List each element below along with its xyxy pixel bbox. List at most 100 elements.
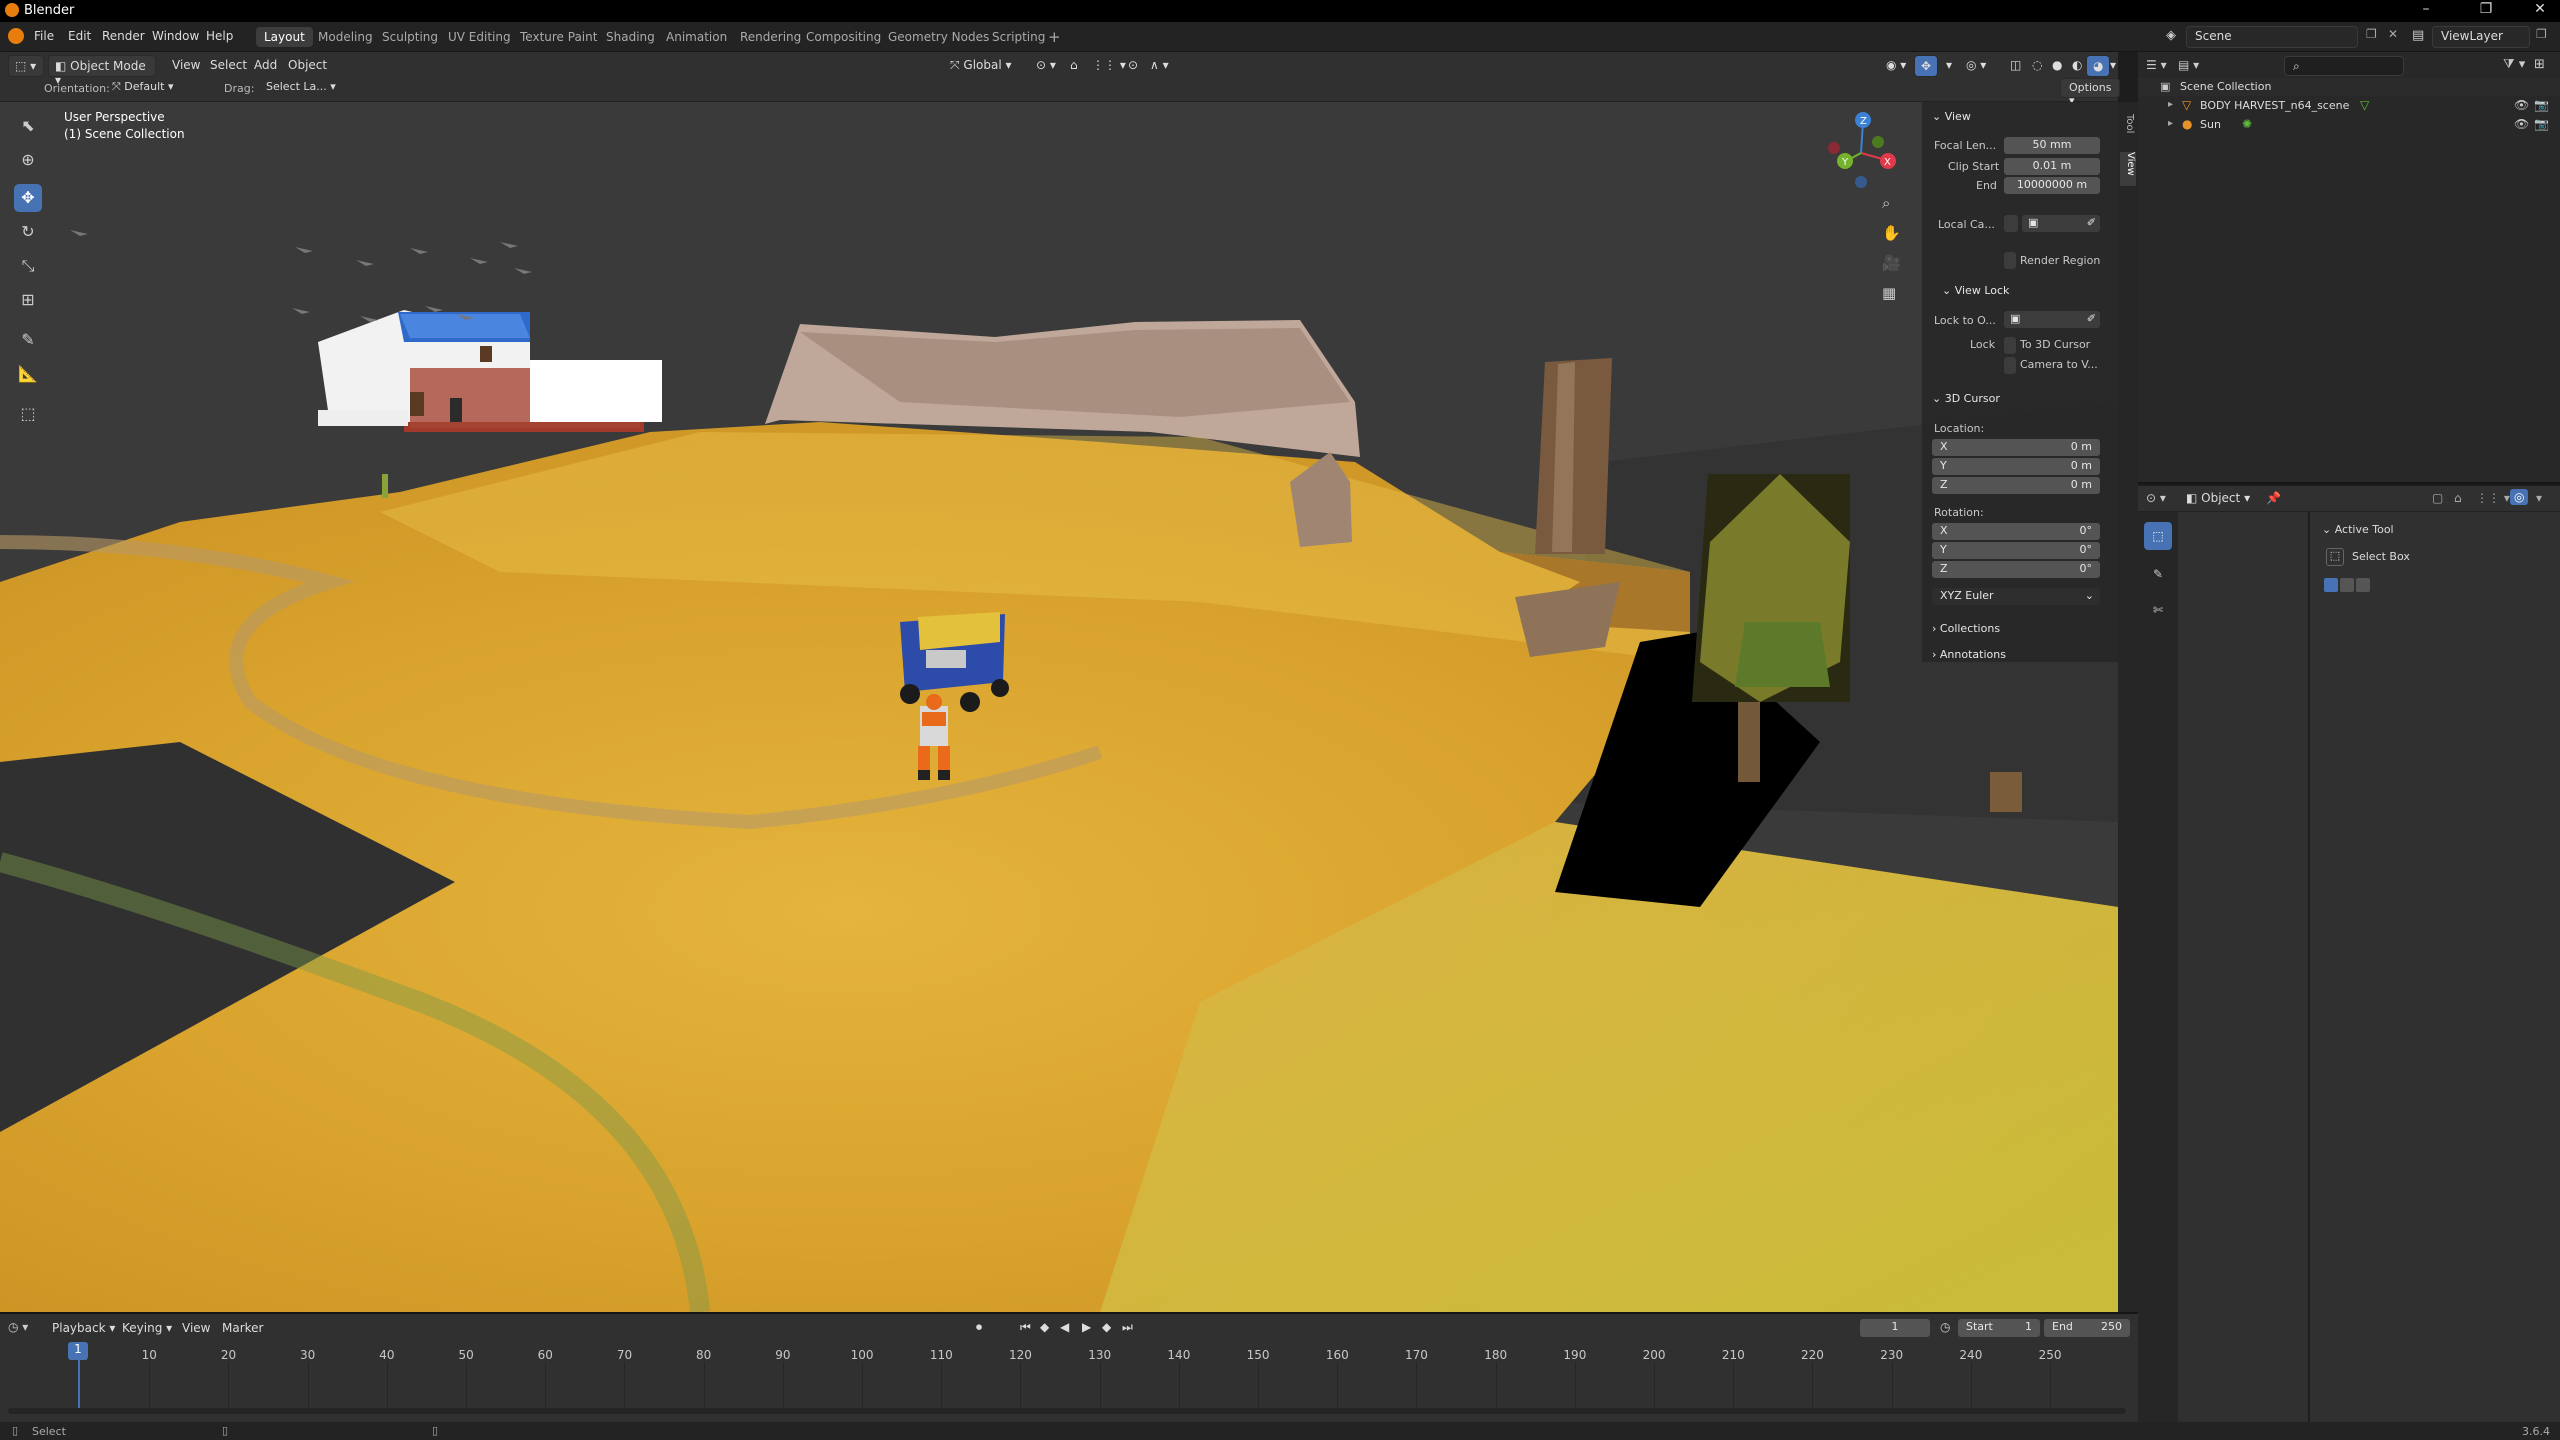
pin-icon[interactable]: 📌 xyxy=(2266,491,2281,505)
new-scene-icon[interactable]: ❐ xyxy=(2366,27,2377,41)
render-tab-icon[interactable]: ✎ xyxy=(2144,560,2172,588)
local-camera-field[interactable]: ▣ ✐ xyxy=(2022,215,2100,232)
transform-tool-icon[interactable]: ⊞ xyxy=(14,286,42,314)
visibility-toggle-icon[interactable]: ◉ ▾ xyxy=(1880,55,1912,77)
properties-editor-type-icon[interactable]: ⊙ ▾ xyxy=(2146,491,2166,505)
visibility-eye-icon[interactable]: 👁 xyxy=(2514,117,2529,131)
to-3d-cursor-checkbox[interactable] xyxy=(2004,337,2016,354)
clock-icon[interactable]: ◷ xyxy=(1940,1320,1950,1334)
gizmo-neg-x-axis[interactable] xyxy=(1828,142,1840,154)
tab-geometry-nodes[interactable]: Geometry Nodes xyxy=(880,27,997,47)
snap-toggle-icon[interactable]: ⌂ xyxy=(1064,55,1084,77)
zoom-icon[interactable]: ⌕ xyxy=(1882,194,1890,212)
timeline-menu-playback[interactable]: Playback ▾ xyxy=(52,1321,115,1335)
menu-render[interactable]: Render xyxy=(102,29,145,43)
timeline-menu-view[interactable]: View xyxy=(182,1321,210,1335)
timeline-editor-type-icon[interactable]: ◷ ▾ xyxy=(8,1320,28,1334)
tab-uv-editing[interactable]: UV Editing xyxy=(440,27,519,47)
pivot-point-icon[interactable]: ⊙ ▾ xyxy=(1030,55,1062,77)
cursor-tool-icon[interactable]: ⊕ xyxy=(14,146,42,174)
timeline-menu-keying[interactable]: Keying ▾ xyxy=(122,1321,172,1335)
3d-viewport[interactable]: User Perspective (1) Scene Collection ⬉ … xyxy=(0,102,2118,1312)
snap-icon[interactable]: ⌂ xyxy=(2454,491,2462,505)
focal-length-field[interactable]: 50 mm xyxy=(2004,137,2100,154)
camera-to-view-checkbox[interactable] xyxy=(2004,357,2016,374)
current-frame-field[interactable]: 1 xyxy=(1860,1319,1930,1337)
cursor-location-x-field[interactable]: X 0 m xyxy=(1932,439,2100,456)
timeline-menu-marker[interactable]: Marker xyxy=(222,1321,263,1335)
gizmo-icon[interactable]: ◎ xyxy=(2510,489,2529,505)
gizmo-neg-z-axis[interactable] xyxy=(1855,176,1867,188)
pan-hand-icon[interactable]: ✋ xyxy=(1882,224,1901,242)
select-mode-new-icon[interactable] xyxy=(2324,578,2338,592)
close-icon[interactable]: ✕ xyxy=(2520,1,2560,17)
menu-select[interactable]: Select xyxy=(204,55,253,77)
gizmo-options-icon[interactable]: ▾ xyxy=(2536,491,2542,505)
render-camera-icon[interactable]: 📷 xyxy=(2534,98,2549,112)
render-region-checkbox[interactable] xyxy=(2004,252,2016,269)
tab-sculpting[interactable]: Sculpting xyxy=(374,27,446,47)
rotate-tool-icon[interactable]: ↻ xyxy=(14,218,42,246)
menu-object[interactable]: Object xyxy=(282,55,333,77)
pivot-icon[interactable]: ⋮⋮ ▾ xyxy=(2476,491,2510,505)
new-view-layer-icon[interactable]: ❐ xyxy=(2536,27,2547,41)
tab-layout[interactable]: Layout xyxy=(256,27,313,47)
tool-tab-icon[interactable]: ⬚ xyxy=(2144,522,2172,550)
record-icon[interactable]: ⏺ xyxy=(976,1320,982,1335)
outliner-search-input[interactable]: ⌕ xyxy=(2284,56,2404,76)
blender-menu-icon[interactable] xyxy=(8,28,24,44)
orthographic-toggle-icon[interactable]: ▦ xyxy=(1882,284,1896,302)
annotate-tool-icon[interactable]: ✎ xyxy=(14,326,42,354)
shading-options-icon[interactable]: ▾ xyxy=(2108,55,2118,77)
active-tool-header[interactable]: ⌄ Active Tool xyxy=(2310,520,2560,540)
outliner-row-body-harvest[interactable]: ▸ ▽ BODY HARVEST_n64_scene ▽ 👁 📷 xyxy=(2138,97,2560,115)
display-mode-icon[interactable]: ▤ ▾ xyxy=(2178,58,2199,72)
new-collection-icon[interactable]: ⊞ xyxy=(2534,57,2545,72)
orientation-selector[interactable]: ⤧ Default ▾ xyxy=(112,80,208,94)
end-frame-field[interactable]: End 250 xyxy=(2044,1319,2130,1337)
section-view-lock-header[interactable]: ⌄ View Lock xyxy=(1942,284,2009,297)
gizmo-neg-y-axis[interactable] xyxy=(1872,136,1884,148)
view-layer-selector[interactable]: ViewLayer xyxy=(2432,26,2530,48)
next-keyframe-icon[interactable]: ◆ xyxy=(1102,1320,1111,1334)
add-workspace-icon[interactable]: + xyxy=(1048,28,1061,46)
clip-start-field[interactable]: 0.01 m xyxy=(2004,158,2100,175)
cursor-location-z-field[interactable]: Z 0 m xyxy=(1932,477,2100,494)
tab-compositing[interactable]: Compositing xyxy=(798,27,889,47)
scale-tool-icon[interactable]: ⤡ xyxy=(14,252,42,280)
menu-file[interactable]: File xyxy=(34,29,54,43)
properties-context-selector[interactable]: ◧ Object ▾ xyxy=(2186,491,2250,505)
minimize-icon[interactable]: – xyxy=(2406,1,2446,17)
section-collections-header[interactable]: › Collections xyxy=(1932,622,2000,635)
menu-view[interactable]: View xyxy=(166,55,206,77)
menu-window[interactable]: Window xyxy=(152,29,199,43)
timeline-scrollbar[interactable] xyxy=(8,1408,2126,1414)
falloff-icon[interactable]: ∧ ▾ xyxy=(1144,55,1175,77)
tab-tool[interactable]: Tool xyxy=(2121,114,2135,144)
cursor-rotation-y-field[interactable]: Y 0° xyxy=(1932,542,2100,559)
rotation-mode-select[interactable]: XYZ Euler ⌄ xyxy=(1932,588,2100,605)
select-tool-icon[interactable]: ⬉ xyxy=(14,112,42,140)
select-mode-extend-icon[interactable] xyxy=(2340,578,2354,592)
filter-icon[interactable]: ⧩ ▾ xyxy=(2503,57,2525,72)
cursor-rotation-z-field[interactable]: Z 0° xyxy=(1932,561,2100,578)
add-cube-tool-icon[interactable]: ⬚ xyxy=(14,400,42,428)
menu-edit[interactable]: Edit xyxy=(68,29,91,43)
section-annotations-header[interactable]: › Annotations xyxy=(1932,648,2006,661)
tab-animation[interactable]: Animation xyxy=(658,27,735,47)
editor-type-icon[interactable]: ⬚ ▾ xyxy=(8,55,44,77)
clip-end-field[interactable]: 10000000 m xyxy=(2004,177,2100,194)
restore-icon[interactable]: ❐ xyxy=(2466,1,2506,17)
prev-keyframe-icon[interactable]: ◆ xyxy=(1040,1320,1049,1334)
tab-scripting[interactable]: Scripting xyxy=(984,27,1053,47)
playhead[interactable]: 1 xyxy=(68,1342,88,1360)
eyedropper-icon[interactable]: ✐ xyxy=(2087,216,2100,229)
xray-toggle-icon[interactable]: ◫ xyxy=(2004,55,2027,77)
output-tab-icon[interactable]: ✄ xyxy=(2144,596,2172,624)
expand-arrow-icon[interactable]: ▸ xyxy=(2168,99,2173,110)
rendered-shading-icon[interactable]: ◕ xyxy=(2086,55,2111,77)
proportional-edit-icon[interactable]: ⊙ xyxy=(1122,55,1144,77)
jump-end-icon[interactable]: ⏭ xyxy=(1122,1320,1133,1335)
menu-help[interactable]: Help xyxy=(206,29,233,43)
visibility-eye-icon[interactable]: 👁 xyxy=(2514,98,2529,112)
